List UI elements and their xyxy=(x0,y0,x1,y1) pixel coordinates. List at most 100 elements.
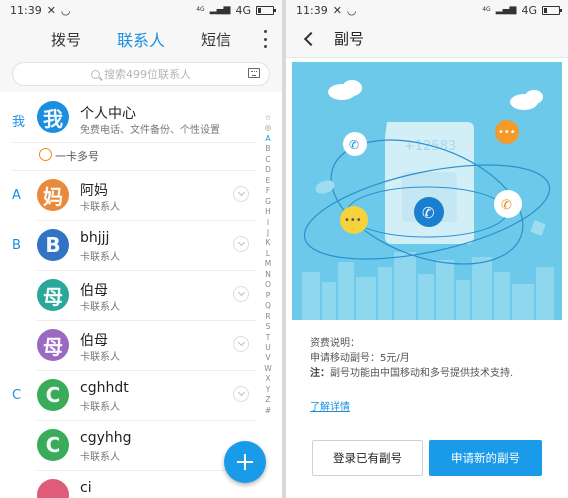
battery-icon xyxy=(542,5,562,15)
list-item[interactable]: B B bhjjj 卡联系人 xyxy=(0,220,282,270)
svg-text:✆: ✆ xyxy=(501,198,512,213)
index-letter[interactable]: ☆ xyxy=(265,113,272,123)
index-letter[interactable]: E xyxy=(266,176,271,186)
section-header-me: 我 xyxy=(12,115,26,130)
avatar: 母 xyxy=(37,329,69,361)
section-header: B xyxy=(12,238,21,253)
chevron-down-icon[interactable] xyxy=(233,236,249,252)
network-label: 4G xyxy=(235,3,251,17)
chevron-down-icon[interactable] xyxy=(233,386,249,402)
add-contact-button[interactable] xyxy=(224,441,266,483)
avatar: 我 xyxy=(37,101,69,133)
svg-text:✆: ✆ xyxy=(349,138,359,152)
svg-text:•••: ••• xyxy=(344,215,362,226)
login-existing-button[interactable]: 登录已有副号 xyxy=(312,440,423,476)
chevron-down-icon[interactable] xyxy=(233,286,249,302)
keyboard-icon[interactable] xyxy=(248,68,260,78)
page-title: 副号 xyxy=(334,30,365,48)
avatar: 母 xyxy=(37,279,69,311)
note-text: 副号功能由中国移动和多号提供技术支持. xyxy=(330,368,514,379)
svg-text:•••: ••• xyxy=(498,127,516,138)
index-letter[interactable]: X xyxy=(265,374,270,384)
index-letter[interactable]: # xyxy=(265,406,271,416)
multi-sim-row[interactable]: 一卡多号 xyxy=(0,142,282,170)
index-letter[interactable]: H xyxy=(265,207,271,217)
search-icon xyxy=(91,69,100,79)
tab-sms[interactable]: 短信 xyxy=(201,29,231,50)
learn-more-link[interactable]: 了解详情 xyxy=(310,398,350,413)
avatar xyxy=(37,479,69,498)
index-letter[interactable]: W xyxy=(264,364,271,374)
index-letter[interactable]: U xyxy=(265,343,271,353)
contact-subtitle: 卡联系人 xyxy=(80,352,120,363)
search-placeholder: 搜索499位联系人 xyxy=(104,68,191,81)
index-letter[interactable]: P xyxy=(266,291,271,301)
section-header: A xyxy=(12,188,21,203)
avatar: C xyxy=(37,379,69,411)
index-letter[interactable]: ◎ xyxy=(265,123,272,133)
index-letter[interactable]: S xyxy=(266,322,271,332)
index-letter[interactable]: R xyxy=(265,312,270,322)
network-type-icon: 4G xyxy=(196,6,205,13)
svg-text:✆: ✆ xyxy=(422,204,435,222)
avatar: 妈 xyxy=(37,179,69,211)
index-letter[interactable]: Z xyxy=(265,395,270,405)
index-letter[interactable]: M xyxy=(265,259,271,269)
apply-new-button[interactable]: 申请新的副号 xyxy=(429,440,542,476)
battery-icon xyxy=(256,5,276,15)
top-tabs: 拨号 联系人 短信 xyxy=(0,20,282,58)
profile-name: 个人中心 xyxy=(80,106,136,122)
index-letter[interactable]: V xyxy=(265,353,270,363)
contact-name: ci xyxy=(80,480,92,496)
contacts-screen: 11:39 ✕ ◡ 4G ▂▄▆ 4G 拨号 联系人 短信 搜索499位联系人 … xyxy=(0,0,282,498)
avatar: C xyxy=(37,429,69,461)
tab-contacts[interactable]: 联系人 xyxy=(117,27,165,51)
secondary-number-screen: 11:39 ✕ ◡ 4G ▂▄▆ 4G 副号 +12583 ✆ ••• ✆ ••… xyxy=(286,0,568,498)
contact-name: 伯母 xyxy=(80,333,108,349)
back-icon[interactable] xyxy=(303,31,319,46)
more-menu-icon[interactable] xyxy=(264,30,268,48)
sim-illustration: +12583 ✆ ••• ✆ ••• ✆ xyxy=(292,62,562,320)
index-letter[interactable]: O xyxy=(265,280,271,290)
tab-dial[interactable]: 拨号 xyxy=(51,29,81,50)
chevron-down-icon[interactable] xyxy=(233,336,249,352)
index-letter[interactable]: I xyxy=(267,218,269,228)
list-item[interactable]: 母 伯母 卡联系人 xyxy=(0,270,282,320)
contact-name: 伯母 xyxy=(80,283,108,299)
network-type-icon: 4G xyxy=(482,6,491,13)
index-letter[interactable]: C xyxy=(265,155,270,165)
index-letter[interactable]: B xyxy=(265,144,270,154)
index-letter[interactable]: N xyxy=(265,270,271,280)
index-letter[interactable]: L xyxy=(266,249,270,259)
alphabet-index[interactable]: ☆ ◎ A B C D E F G H I J K L M N O P Q R S T U V W X Y Z # xyxy=(263,113,273,416)
contact-subtitle: 卡联系人 xyxy=(80,402,120,413)
fee-info: 资费说明： 申请移动副号：5元/月 注：副号功能由中国移动和多号提供技术支持. xyxy=(310,336,513,381)
status-bar: 11:39 ✕ ◡ 4G ▂▄▆ 4G xyxy=(0,0,282,20)
chevron-down-icon[interactable] xyxy=(233,186,249,202)
signal-icon: ▂▄▆ xyxy=(209,5,231,15)
multi-sim-label: 一卡多号 xyxy=(55,150,99,163)
list-item[interactable]: 母 伯母 卡联系人 xyxy=(0,320,282,370)
index-letter[interactable]: A xyxy=(265,134,270,144)
mute-icon: ✕ xyxy=(332,3,342,17)
contact-subtitle: 卡联系人 xyxy=(80,302,120,313)
contact-name: cgyhhg xyxy=(80,430,132,446)
mute-icon: ✕ xyxy=(46,3,56,17)
index-letter[interactable]: T xyxy=(266,333,271,343)
index-letter[interactable]: K xyxy=(266,238,271,248)
contact-name: bhjjj xyxy=(80,230,110,246)
search-input[interactable]: 搜索499位联系人 xyxy=(12,62,270,86)
index-letter[interactable]: Q xyxy=(265,301,271,311)
contact-subtitle: 卡联系人 xyxy=(80,252,120,263)
section-header: C xyxy=(12,388,22,403)
list-item[interactable]: C C cghhdt 卡联系人 xyxy=(0,370,282,420)
index-letter[interactable]: Y xyxy=(266,385,271,395)
index-letter[interactable]: F xyxy=(266,186,270,196)
profile-row[interactable]: 我 我 个人中心 免费电话、文件备份、个性设置 xyxy=(0,92,282,142)
index-letter[interactable]: J xyxy=(267,228,269,238)
contact-name: 阿妈 xyxy=(80,183,108,199)
index-letter[interactable]: G xyxy=(265,197,271,207)
list-item[interactable]: A 妈 阿妈 卡联系人 xyxy=(0,170,282,220)
index-letter[interactable]: D xyxy=(265,165,271,175)
note-label: 注： xyxy=(310,368,330,379)
